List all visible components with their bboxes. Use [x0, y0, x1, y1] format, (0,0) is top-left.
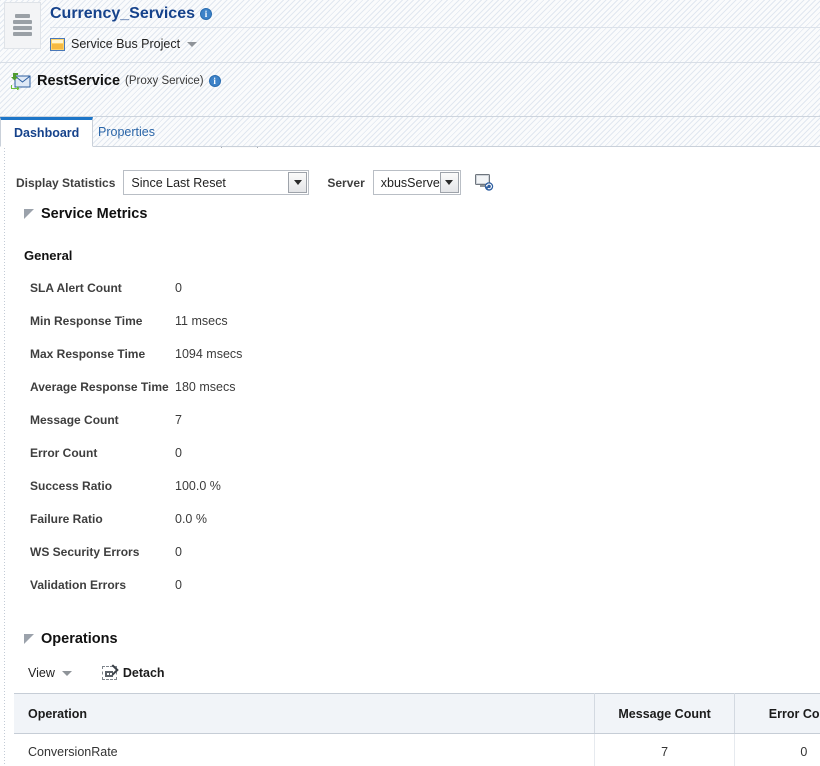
metric-value: 7 — [175, 413, 182, 427]
metric-row: Error Count 0 — [30, 446, 242, 479]
filter-toolbar: Display Statistics Since Last Reset Serv… — [16, 170, 494, 195]
disclosure-triangle-icon[interactable] — [24, 634, 34, 644]
metric-value: 11 msecs — [175, 314, 228, 328]
detach-icon — [101, 666, 117, 680]
metric-value: 0.0 % — [175, 512, 207, 526]
metric-value: 1094 msecs — [175, 347, 243, 361]
project-title-row: Currency_Services i — [50, 0, 820, 28]
view-menu-label: View — [28, 666, 55, 680]
content-left-rail — [4, 148, 5, 766]
service-type-label: (Proxy Service) — [125, 75, 204, 87]
metric-row: Message Count 7 — [30, 413, 242, 446]
metric-row: Max Response Time 1094 msecs — [30, 347, 242, 380]
hamburger-bar-3 — [13, 26, 32, 30]
metric-value: 100.0 % — [175, 479, 221, 493]
metric-value: 0 — [175, 545, 182, 559]
general-subsection-title: General — [24, 248, 73, 263]
tab-strip: Dashboard Properties — [0, 117, 820, 147]
service-metrics-title: Service Metrics — [41, 206, 148, 222]
service-identity: RestService (Proxy Service) i — [10, 72, 221, 91]
operations-table: Operation Message Count Error Count Conv… — [14, 693, 820, 766]
metric-row: SLA Alert Count 0 — [30, 281, 242, 314]
monitor-refresh-icon[interactable] — [474, 174, 494, 191]
detach-label: Detach — [122, 666, 165, 680]
hamburger-bar-1 — [15, 14, 30, 18]
folder-icon — [50, 37, 65, 51]
metric-label: Max Response Time — [30, 347, 146, 361]
service-metrics-section-header[interactable]: Service Metrics — [24, 206, 147, 222]
metric-row: WS Security Errors 0 — [30, 545, 242, 578]
metric-value: 180 msecs — [175, 380, 236, 394]
column-header-error-count[interactable]: Error Count — [734, 693, 820, 734]
metric-label: Success Ratio — [30, 479, 113, 493]
metric-label: Average Response Time — [30, 380, 169, 394]
project-info-icon[interactable]: i — [199, 7, 212, 20]
display-statistics-select[interactable]: Since Last Reset — [123, 170, 310, 195]
metric-label: Failure Ratio — [30, 512, 103, 526]
display-statistics-label: Display Statistics — [16, 175, 116, 190]
service-metrics-list: SLA Alert Count 0 Min Response Time 11 m… — [30, 281, 242, 611]
metric-label: WS Security Errors — [30, 545, 140, 559]
proxy-service-icon — [10, 72, 32, 91]
column-header-operation[interactable]: Operation — [14, 693, 596, 734]
display-statistics-chevron-down-icon[interactable] — [288, 172, 308, 193]
tab-properties[interactable]: Properties — [85, 117, 168, 147]
detach-button[interactable]: Detach — [101, 666, 165, 680]
view-chevron-down-icon[interactable] — [61, 670, 72, 676]
metric-label: Message Count — [30, 413, 119, 427]
operations-table-body: ConversionRate 7 0 — [14, 733, 820, 766]
hamburger-menu-icon[interactable] — [4, 2, 41, 49]
metric-label: Min Response Time — [30, 314, 143, 328]
operations-title: Operations — [41, 631, 118, 647]
metric-row: Success Ratio 100.0 % — [30, 479, 242, 512]
metric-value: 0 — [175, 578, 182, 592]
hamburger-bars — [5, 3, 40, 36]
operations-toolbar: View Detach — [28, 666, 165, 680]
tab-dashboard[interactable]: Dashboard — [0, 117, 94, 147]
metric-label: Validation Errors — [30, 578, 127, 592]
breadcrumb: Service Bus Project — [50, 27, 820, 61]
dashboard-content: Display Statistics Since Last Reset Serv… — [0, 148, 820, 766]
cell-error-count: 0 — [734, 733, 820, 766]
server-select[interactable]: xbusServer — [372, 170, 461, 195]
top-bar: Currency_Services i Service Bus Project — [0, 0, 820, 62]
server-chevron-down-icon[interactable] — [439, 172, 459, 193]
view-menu-button[interactable]: View — [28, 666, 72, 680]
metric-label: Error Count — [30, 446, 98, 460]
chevron-down-icon[interactable] — [187, 41, 198, 47]
service-header-bar: RestService (Proxy Service) i Test — [0, 62, 820, 170]
table-row[interactable]: ConversionRate 7 0 — [14, 733, 820, 766]
page-title: Currency_Services — [50, 4, 195, 22]
operations-section-header[interactable]: Operations — [24, 631, 118, 647]
cell-operation: ConversionRate — [14, 733, 596, 766]
disclosure-triangle-icon[interactable] — [24, 209, 34, 219]
metric-value: 0 — [175, 281, 182, 295]
cell-message-count: 7 — [594, 733, 735, 766]
metric-row: Validation Errors 0 — [30, 578, 242, 611]
table-header-row: Operation Message Count Error Count — [14, 693, 820, 734]
metric-label: SLA Alert Count — [30, 281, 122, 295]
hamburger-bar-4 — [13, 32, 32, 36]
metric-row: Min Response Time 11 msecs — [30, 314, 242, 347]
server-label: Server — [327, 175, 365, 190]
hamburger-bar-2 — [13, 20, 32, 24]
breadcrumb-label[interactable]: Service Bus Project — [71, 37, 180, 51]
metric-value: 0 — [175, 446, 182, 460]
service-name: RestService — [37, 73, 121, 89]
service-info-icon[interactable]: i — [208, 75, 221, 87]
operations-table-header: Operation Message Count Error Count — [14, 693, 820, 734]
metric-row: Average Response Time 180 msecs — [30, 380, 242, 413]
column-header-message-count[interactable]: Message Count — [594, 693, 735, 734]
metric-row: Failure Ratio 0.0 % — [30, 512, 242, 545]
display-statistics-value: Since Last Reset — [131, 175, 226, 190]
